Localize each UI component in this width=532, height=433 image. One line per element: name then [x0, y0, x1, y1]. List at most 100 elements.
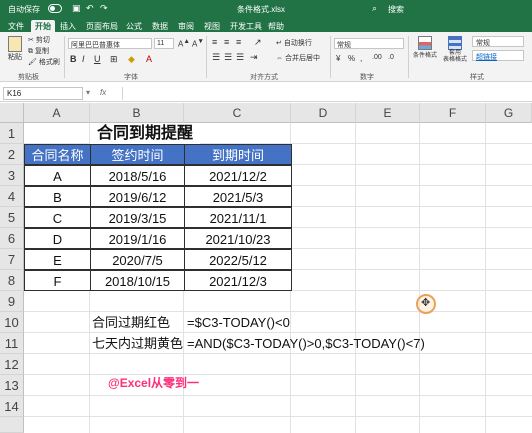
table-cell[interactable]: 2021/10/23: [184, 228, 292, 249]
paste-button[interactable]: 粘贴: [6, 36, 24, 62]
currency-icon[interactable]: ¥: [336, 54, 340, 63]
table-cell[interactable]: C: [24, 207, 91, 228]
underline-icon[interactable]: U: [94, 54, 101, 64]
autosave-toggle[interactable]: [48, 4, 62, 13]
row-header[interactable]: 2: [0, 144, 24, 165]
wrap-text-button[interactable]: ↵ 自动换行: [276, 38, 312, 48]
merge-center-button[interactable]: ⇔ 合并后居中: [276, 53, 320, 63]
indent-icon[interactable]: ⇥: [250, 52, 258, 63]
cut-button[interactable]: ✂ 剪切: [28, 35, 50, 45]
save-icon[interactable]: ▣: [72, 3, 81, 14]
row-header[interactable]: 4: [0, 186, 24, 207]
table-cell[interactable]: 2021/11/1: [184, 207, 292, 228]
row-header[interactable]: 12: [0, 354, 24, 375]
search-icon[interactable]: ⌕: [372, 3, 377, 14]
row-header[interactable]: 3: [0, 165, 24, 186]
row-header[interactable]: 7: [0, 249, 24, 270]
rule-formula-expired[interactable]: =$C3-TODAY()<0: [187, 312, 290, 333]
column-header-c[interactable]: C: [184, 103, 291, 123]
align-bottom-icon[interactable]: ≡: [236, 37, 241, 47]
table-cell[interactable]: 2022/5/12: [184, 249, 292, 270]
table-cell[interactable]: 2021/5/3: [184, 186, 292, 207]
row-header[interactable]: 8: [0, 270, 24, 291]
redo-icon[interactable]: ↷: [100, 3, 108, 14]
select-all-corner[interactable]: [0, 103, 24, 123]
italic-icon[interactable]: I: [82, 54, 85, 64]
table-header-cell[interactable]: 签约时间: [90, 144, 185, 165]
rule-label-expired[interactable]: 合同过期红色: [92, 312, 170, 333]
font-name-select[interactable]: 阿里巴巴普惠体: [68, 38, 152, 49]
format-painter-button[interactable]: 🖌︎ 格式刷: [28, 57, 60, 67]
tab-developer[interactable]: 开发工具: [230, 21, 262, 32]
sheet-title[interactable]: 合同到期提醒: [90, 123, 200, 144]
table-cell[interactable]: 2020/7/5: [90, 249, 185, 270]
column-header-d[interactable]: D: [291, 103, 356, 123]
column-header-e[interactable]: E: [356, 103, 420, 123]
row-header[interactable]: 13: [0, 375, 24, 396]
undo-icon[interactable]: ↶: [86, 3, 94, 14]
decrease-decimal-icon[interactable]: .0: [388, 54, 394, 61]
grow-font-icon[interactable]: A▲: [178, 38, 190, 49]
table-cell[interactable]: 2019/3/15: [90, 207, 185, 228]
row-header[interactable]: [0, 417, 24, 433]
orientation-icon[interactable]: ↗: [254, 37, 262, 48]
table-cell[interactable]: 2019/6/12: [90, 186, 185, 207]
increase-decimal-icon[interactable]: .00: [372, 54, 382, 61]
conditional-format-button[interactable]: 条件格式: [412, 36, 438, 59]
table-cell[interactable]: 2018/5/16: [90, 165, 185, 186]
table-cell[interactable]: B: [24, 186, 91, 207]
font-size-select[interactable]: 11: [154, 38, 174, 49]
row-header[interactable]: 6: [0, 228, 24, 249]
table-cell[interactable]: E: [24, 249, 91, 270]
percent-icon[interactable]: %: [348, 54, 355, 63]
row-header[interactable]: 1: [0, 123, 24, 144]
tab-view[interactable]: 视图: [204, 21, 220, 32]
rule-label-seven-days[interactable]: 七天内过期黄色: [92, 333, 183, 354]
rule-formula-seven-days[interactable]: =AND($C3-TODAY()>0,$C3-TODAY()<7): [187, 333, 425, 354]
table-header-cell[interactable]: 到期时间: [184, 144, 292, 165]
row-header[interactable]: 14: [0, 396, 24, 417]
tab-file[interactable]: 文件: [8, 21, 24, 32]
format-as-table-button[interactable]: 套用 表格格式: [442, 36, 468, 64]
shrink-font-icon[interactable]: A▼: [192, 38, 204, 49]
table-cell[interactable]: A: [24, 165, 91, 186]
fill-color-icon[interactable]: ◆: [128, 54, 135, 65]
column-header-g[interactable]: G: [486, 103, 532, 123]
table-cell[interactable]: F: [24, 270, 91, 291]
tab-page-layout[interactable]: 页面布局: [86, 21, 118, 32]
table-cell[interactable]: 2021/12/2: [184, 165, 292, 186]
tab-insert[interactable]: 插入: [60, 21, 76, 32]
align-right-icon[interactable]: ☰: [236, 52, 244, 63]
search-label[interactable]: 搜索: [388, 4, 404, 15]
align-top-icon[interactable]: ≡: [212, 37, 217, 47]
align-middle-icon[interactable]: ≡: [224, 37, 229, 47]
column-header-b[interactable]: B: [90, 103, 184, 123]
copy-button[interactable]: ⧉ 复制: [28, 46, 49, 56]
table-header-cell[interactable]: 合同名称: [24, 144, 91, 165]
tab-help[interactable]: 帮助: [268, 21, 284, 32]
comma-icon[interactable]: ,: [360, 54, 362, 63]
align-center-icon[interactable]: ☰: [224, 52, 232, 63]
tab-data[interactable]: 数据: [152, 21, 168, 32]
row-header[interactable]: 11: [0, 333, 24, 354]
align-left-icon[interactable]: ☰: [212, 52, 220, 63]
fx-icon[interactable]: fx: [100, 88, 106, 97]
font-color-icon[interactable]: A: [146, 54, 152, 64]
bold-icon[interactable]: B: [70, 54, 77, 64]
row-header[interactable]: 9: [0, 291, 24, 312]
name-box[interactable]: K16: [3, 87, 83, 100]
table-cell[interactable]: 2018/10/15: [90, 270, 185, 291]
row-header[interactable]: 10: [0, 312, 24, 333]
number-format-select[interactable]: 常规: [334, 38, 404, 49]
column-header-f[interactable]: F: [420, 103, 486, 123]
table-cell[interactable]: 2019/1/16: [90, 228, 185, 249]
border-icon[interactable]: ⊞: [110, 54, 118, 65]
style-hyperlink[interactable]: 超链接: [472, 50, 524, 61]
tab-home[interactable]: 开始: [31, 20, 55, 32]
column-header-a[interactable]: A: [24, 103, 90, 123]
table-cell[interactable]: D: [24, 228, 91, 249]
tab-formulas[interactable]: 公式: [126, 21, 142, 32]
row-header[interactable]: 5: [0, 207, 24, 228]
table-cell[interactable]: 2021/12/3: [184, 270, 292, 291]
style-normal[interactable]: 常规: [472, 36, 524, 47]
